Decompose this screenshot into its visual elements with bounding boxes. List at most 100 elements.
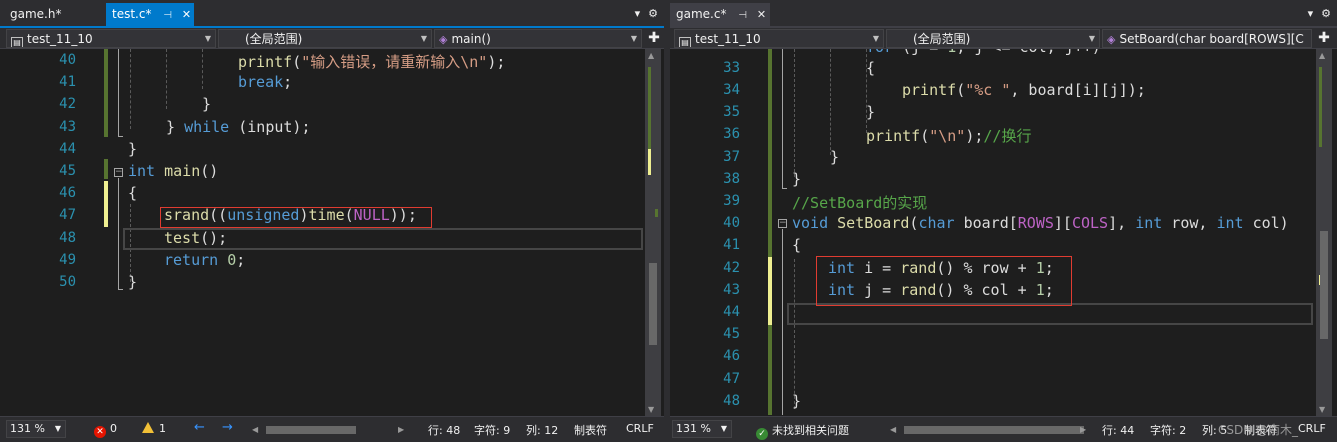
close-icon[interactable]: ✕ bbox=[757, 8, 766, 21]
function-icon: ◈ bbox=[439, 33, 448, 46]
code-line-45: int main() bbox=[128, 162, 219, 180]
scroll-down-icon[interactable]: ▼ bbox=[648, 405, 654, 414]
navigate-back-icon[interactable]: ← bbox=[194, 420, 205, 435]
line-number: 46 bbox=[723, 348, 740, 364]
line-number: 40 bbox=[59, 52, 76, 68]
tab-label: test.c* bbox=[112, 7, 152, 21]
code-line-40: printf("输入错误，请重新输入\n"); bbox=[238, 53, 506, 71]
project-dropdown[interactable]: ▤ test_11_10 ▼ bbox=[6, 29, 216, 48]
line-number: 45 bbox=[723, 326, 740, 342]
change-marker bbox=[768, 189, 772, 257]
close-icon[interactable]: ✕ bbox=[182, 8, 191, 21]
code-line-48: } bbox=[792, 392, 802, 410]
scroll-right-icon[interactable]: ▶ bbox=[398, 425, 404, 434]
fold-line bbox=[782, 229, 783, 415]
warning-count[interactable]: 1 bbox=[142, 422, 166, 435]
line-number: 40 bbox=[723, 215, 740, 231]
scroll-left-icon[interactable]: ◀ bbox=[890, 425, 896, 434]
code-line-40: void SetBoard(char board[ROWS][COLS], in… bbox=[792, 214, 1289, 232]
project-dropdown[interactable]: ▤ test_11_10 ▼ bbox=[674, 29, 884, 48]
collapse-icon[interactable]: − bbox=[778, 219, 787, 228]
overview-marker bbox=[655, 209, 658, 217]
fold-line bbox=[118, 49, 119, 137]
code-line-35: } bbox=[866, 103, 876, 121]
dropdown-icon[interactable]: ▾ bbox=[635, 7, 641, 20]
current-line-highlight bbox=[787, 303, 1313, 325]
zoom-dropdown[interactable]: 131 % ▼ bbox=[6, 420, 66, 438]
split-window-button[interactable]: ✚ bbox=[646, 30, 662, 47]
highlight-box bbox=[160, 207, 432, 228]
scroll-left-icon[interactable]: ◀ bbox=[252, 425, 258, 434]
gear-icon[interactable]: ⚙ bbox=[648, 7, 658, 20]
horizontal-scrollbar-thumb[interactable] bbox=[266, 426, 356, 434]
scope-dropdown[interactable]: (全局范围) ▼ bbox=[218, 29, 432, 48]
zoom-dropdown[interactable]: 131 % ▼ bbox=[672, 420, 732, 438]
code-line-41: break; bbox=[238, 73, 293, 91]
code-line-43: } while (input); bbox=[166, 118, 311, 136]
project-icon: ▤ bbox=[679, 37, 691, 47]
column-position: 列: 12 bbox=[526, 424, 559, 437]
char-position: 字符: 2 bbox=[1150, 424, 1187, 437]
scroll-right-icon[interactable]: ▶ bbox=[1080, 425, 1086, 434]
issues-status[interactable]: ✓ 未找到相关问题 bbox=[756, 422, 849, 440]
member-dropdown[interactable]: ◈ SetBoard(char board[ROWS][C bbox=[1102, 29, 1312, 48]
watermark: CSDN @南木_ bbox=[1218, 423, 1299, 437]
gear-icon[interactable]: ⚙ bbox=[1321, 7, 1331, 20]
line-number: 43 bbox=[723, 282, 740, 298]
line-ending[interactable]: CRLF bbox=[626, 422, 654, 435]
dropdown-icon[interactable]: ▾ bbox=[1308, 7, 1314, 20]
line-number: 34 bbox=[723, 82, 740, 98]
left-code-editor[interactable]: 40 41 42 43 44 45 46 47 48 49 50 − print… bbox=[0, 49, 664, 416]
line-number: 46 bbox=[59, 185, 76, 201]
member-dropdown[interactable]: ◈ main() ▼ bbox=[434, 29, 642, 48]
split-window-button[interactable]: ✚ bbox=[1316, 30, 1332, 47]
tab-label: game.c* bbox=[676, 7, 727, 21]
scroll-up-icon[interactable]: ▲ bbox=[648, 51, 654, 60]
right-navigation-bar: ▤ test_11_10 ▼ (全局范围) ▼ ◈ SetBoard(char bo… bbox=[670, 28, 1337, 49]
chevron-down-icon: ▼ bbox=[1088, 34, 1095, 43]
change-marker bbox=[768, 49, 772, 189]
line-number: 35 bbox=[723, 104, 740, 120]
line-ending[interactable]: CRLF bbox=[1298, 422, 1326, 435]
right-code-editor[interactable]: for (j = 1; j <= col; j++) 33 34 35 36 3… bbox=[670, 49, 1337, 416]
indent-mode[interactable]: 制表符 bbox=[574, 422, 607, 438]
tab-test-c[interactable]: test.c* ⊣ ✕ bbox=[106, 3, 194, 26]
pin-icon[interactable]: ⊣ bbox=[163, 10, 172, 21]
tab-game-h[interactable]: game.h* bbox=[4, 3, 67, 26]
scrollbar-thumb[interactable] bbox=[649, 263, 657, 345]
code-line-44: } bbox=[128, 140, 138, 158]
chevron-down-icon: ▼ bbox=[630, 34, 637, 43]
code-line-34: printf("%c ", board[i][j]); bbox=[902, 81, 1146, 99]
scroll-down-icon[interactable]: ▼ bbox=[1319, 405, 1325, 414]
pin-icon[interactable]: ⊣ bbox=[738, 10, 747, 21]
line-position: 行: 44 bbox=[1102, 424, 1135, 437]
fold-line bbox=[118, 136, 123, 137]
error-count[interactable]: ✕ 0 bbox=[94, 422, 117, 438]
code-line-46: { bbox=[128, 184, 138, 202]
tab-game-c[interactable]: game.c* ⊣ ✕ bbox=[670, 3, 770, 26]
collapse-icon[interactable]: − bbox=[114, 168, 123, 177]
horizontal-scrollbar-thumb[interactable] bbox=[904, 426, 1084, 434]
code-line-41: { bbox=[792, 236, 802, 254]
scroll-up-icon[interactable]: ▲ bbox=[1319, 51, 1325, 60]
line-number: 47 bbox=[59, 207, 76, 223]
left-editor-pane: game.h* test.c* ⊣ ✕ ▾ ⚙ ▤ test_11_10 ▼ (全局… bbox=[0, 0, 664, 442]
vertical-scrollbar[interactable]: ▲ ▼ bbox=[1316, 49, 1332, 416]
warning-count-label: 1 bbox=[159, 422, 166, 435]
indent-guide bbox=[794, 49, 795, 177]
scrollbar-thumb[interactable] bbox=[1320, 231, 1328, 339]
line-number: 33 bbox=[723, 60, 740, 76]
fold-line bbox=[118, 289, 123, 290]
char-position: 字符: 9 bbox=[474, 424, 511, 437]
project-label: test_11_10 bbox=[27, 32, 93, 46]
change-marker bbox=[104, 181, 108, 227]
line-number: 49 bbox=[59, 252, 76, 268]
chevron-down-icon: ▼ bbox=[420, 34, 427, 43]
indent-guide bbox=[830, 49, 831, 155]
left-navigation-bar: ▤ test_11_10 ▼ (全局范围) ▼ ◈ main() ▼ ✚ bbox=[0, 28, 664, 49]
line-number: 39 bbox=[723, 193, 740, 209]
scope-dropdown[interactable]: (全局范围) ▼ bbox=[886, 29, 1100, 48]
vertical-scrollbar[interactable]: ▲ ▼ bbox=[645, 49, 661, 416]
navigate-forward-icon[interactable]: → bbox=[222, 420, 233, 435]
project-icon: ▤ bbox=[11, 37, 23, 47]
